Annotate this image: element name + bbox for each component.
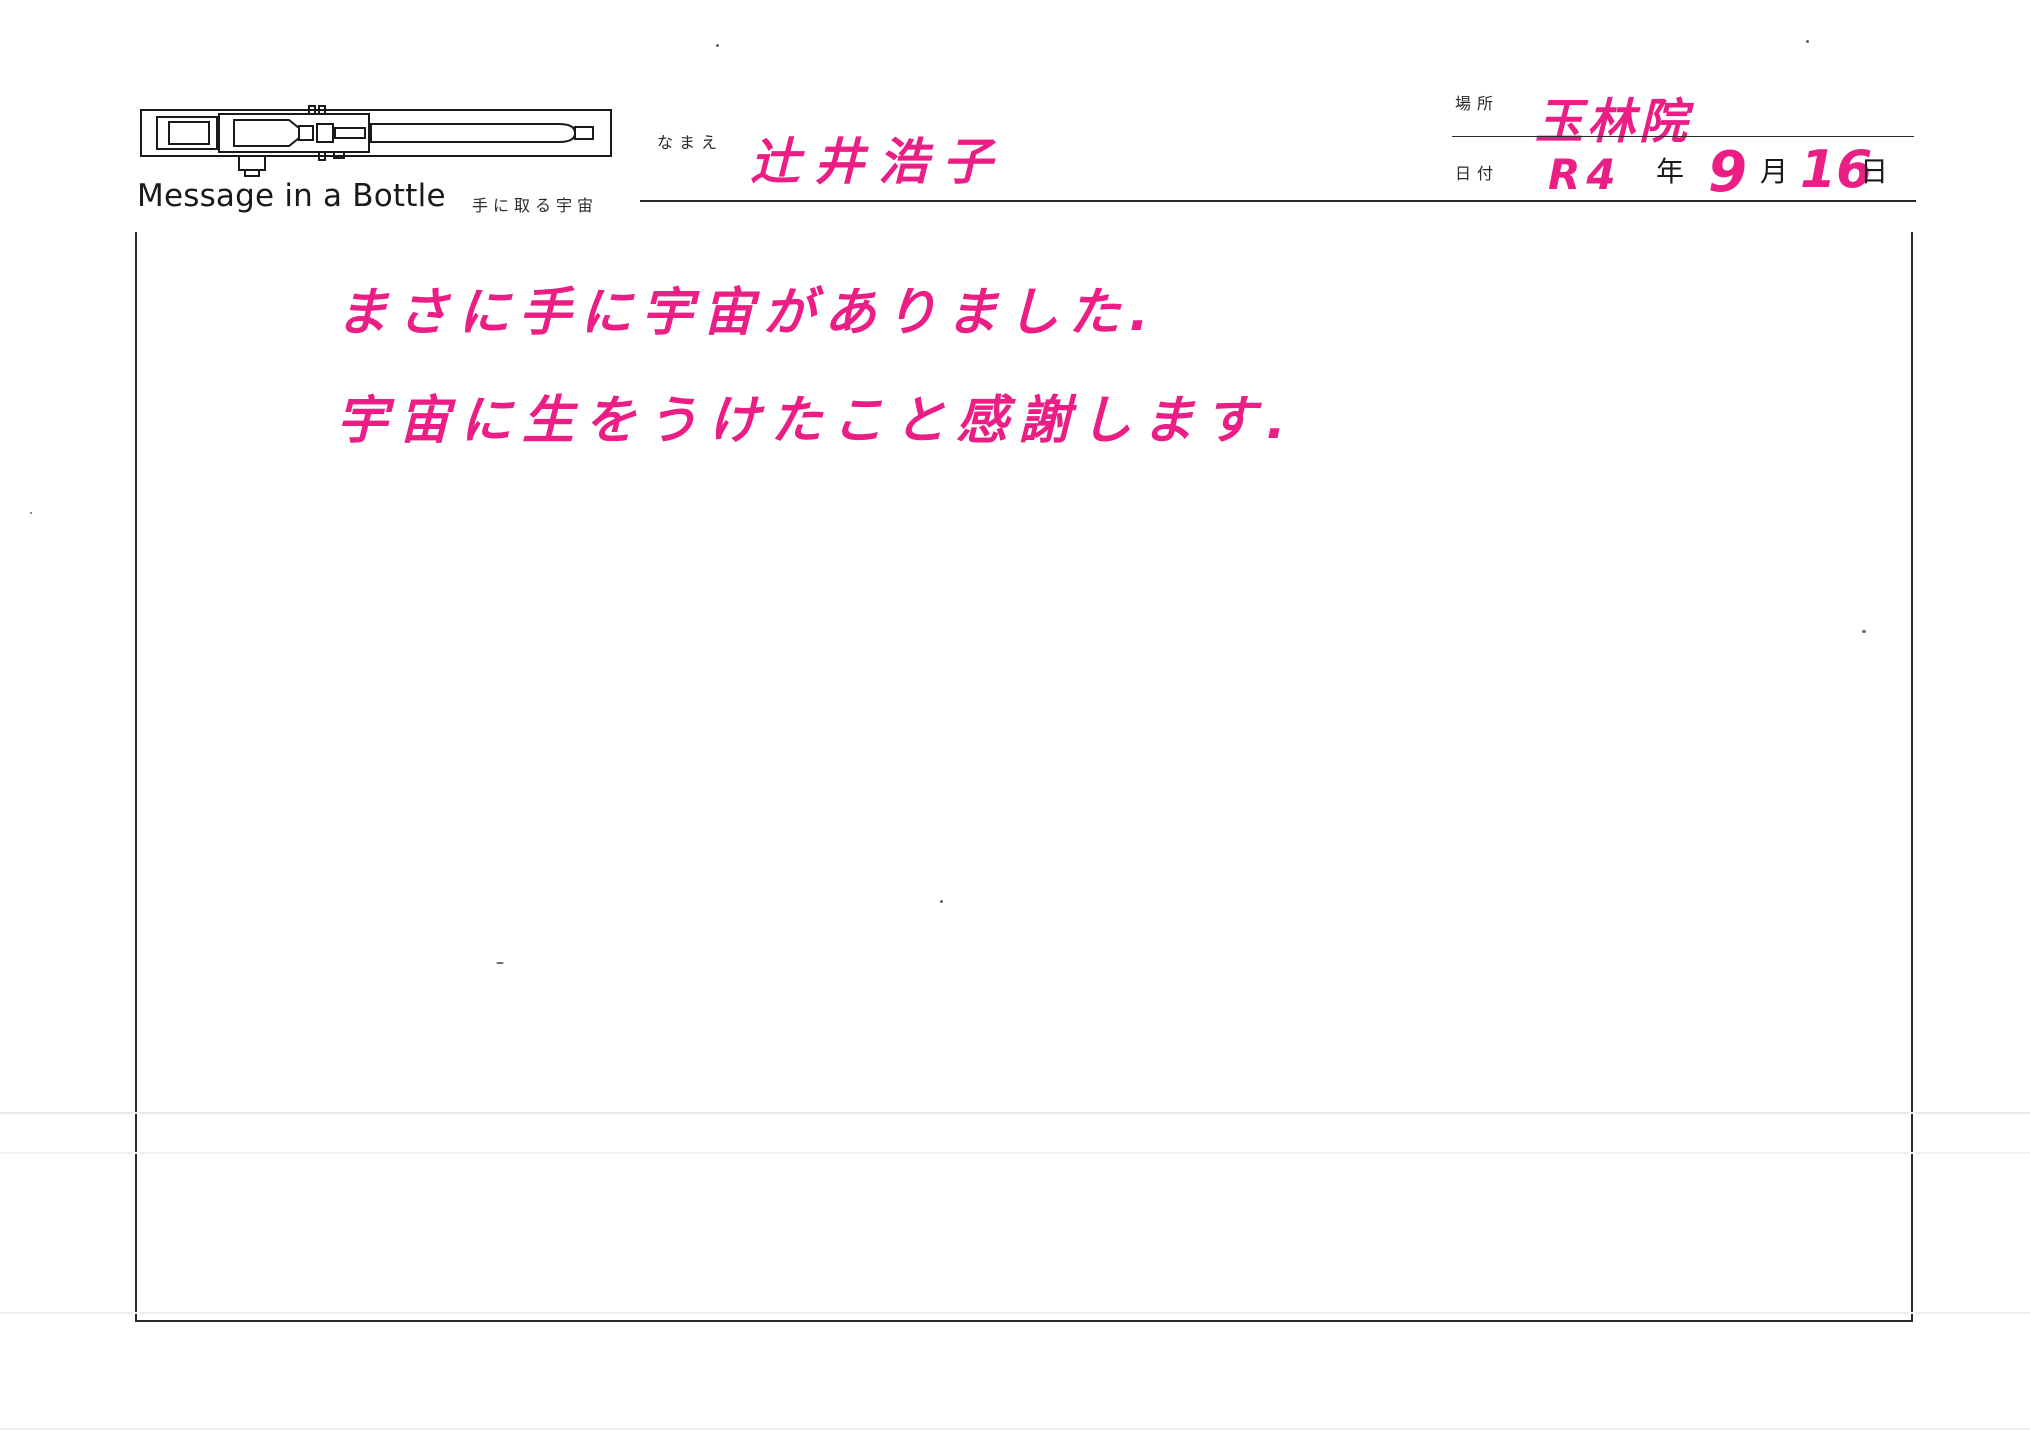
place-value: 玉林院 (1535, 94, 1692, 150)
header-divider (640, 200, 1916, 202)
bottle-logo-icon (140, 105, 612, 177)
scan-artifact-line (0, 1428, 2030, 1430)
message-line: 宇宙に生をうけたこと感謝します. (336, 391, 1296, 451)
scan-speck (940, 900, 943, 903)
month-unit: 月 (1760, 155, 1789, 188)
scan-speck (1862, 630, 1866, 633)
place-underline (1452, 136, 1914, 137)
scan-artifact-line (0, 1112, 2030, 1114)
scan-artifact-line (0, 1152, 2030, 1154)
month-value: 9 (1708, 140, 1747, 205)
scan-speck (1806, 40, 1809, 43)
scan-speck (30, 512, 32, 514)
name-label: なまえ (657, 133, 724, 152)
date-label: 日付 (1455, 164, 1500, 183)
scan-artifact-line (0, 1312, 2030, 1314)
brand-subtitle: 手に取る宇宙 (472, 196, 599, 215)
year-unit: 年 (1656, 155, 1685, 188)
date-era-value: R4 (1548, 150, 1622, 199)
day-unit: 日 (1860, 155, 1889, 188)
scan-speck (496, 962, 504, 964)
message-line: まさに手に宇宙がありました. (336, 283, 1158, 343)
scan-speck (716, 44, 719, 47)
place-label: 場所 (1455, 94, 1500, 113)
name-value: 辻井浩子 (750, 133, 1006, 191)
brand-title: Message in a Bottle (137, 178, 446, 214)
